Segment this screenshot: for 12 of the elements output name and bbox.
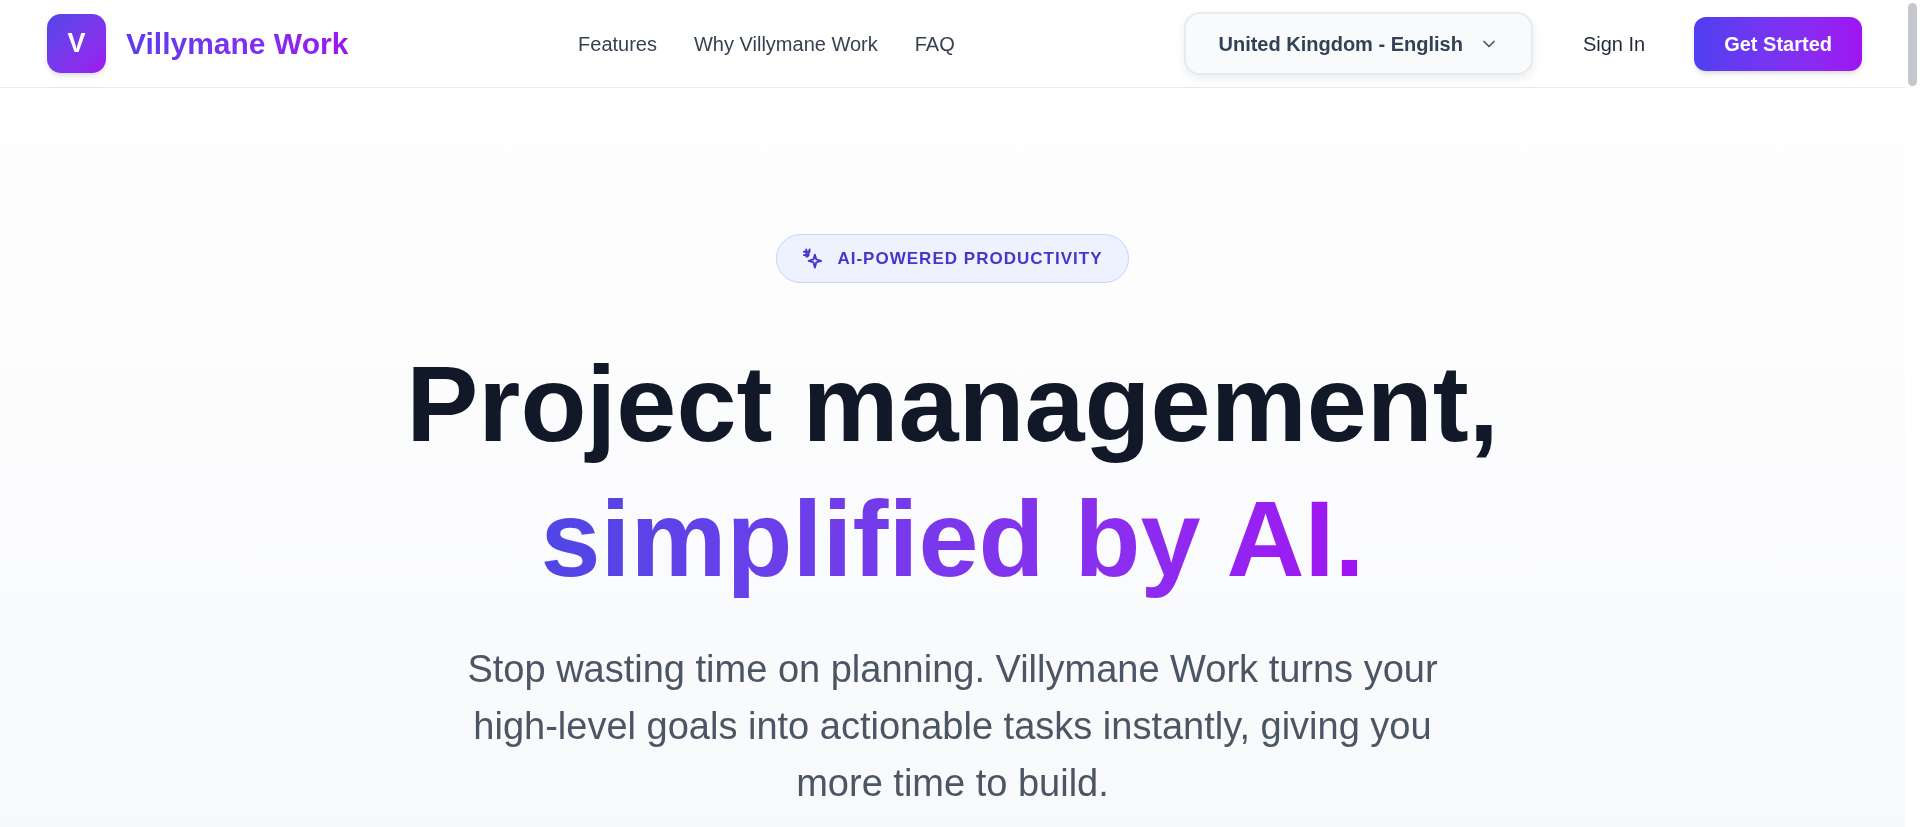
scrollbar-thumb[interactable] <box>1908 3 1917 86</box>
nav-link[interactable]: FAQ <box>914 28 955 59</box>
region-dropdown[interactable]: United Kingdom - English <box>1184 12 1533 75</box>
logo-tile[interactable]: V <box>47 14 106 73</box>
sparkle-icon <box>802 248 824 269</box>
badge-label: AI-POWERED PRODUCTIVITY <box>837 247 1103 270</box>
hero-description: Stop wasting time on planning. Villymane Work turns your high-level goals into actionable tasks instantly, giving you more time to build. <box>466 647 1439 806</box>
get-started-button[interactable]: Get Started <box>1694 16 1862 71</box>
nav-link[interactable]: Features <box>578 28 657 59</box>
nav-link[interactable]: Why Villymane Work <box>694 28 878 59</box>
sign-in-link[interactable]: Sign In <box>1582 28 1646 59</box>
headline: Project management, simplified by AI. <box>406 336 1499 606</box>
